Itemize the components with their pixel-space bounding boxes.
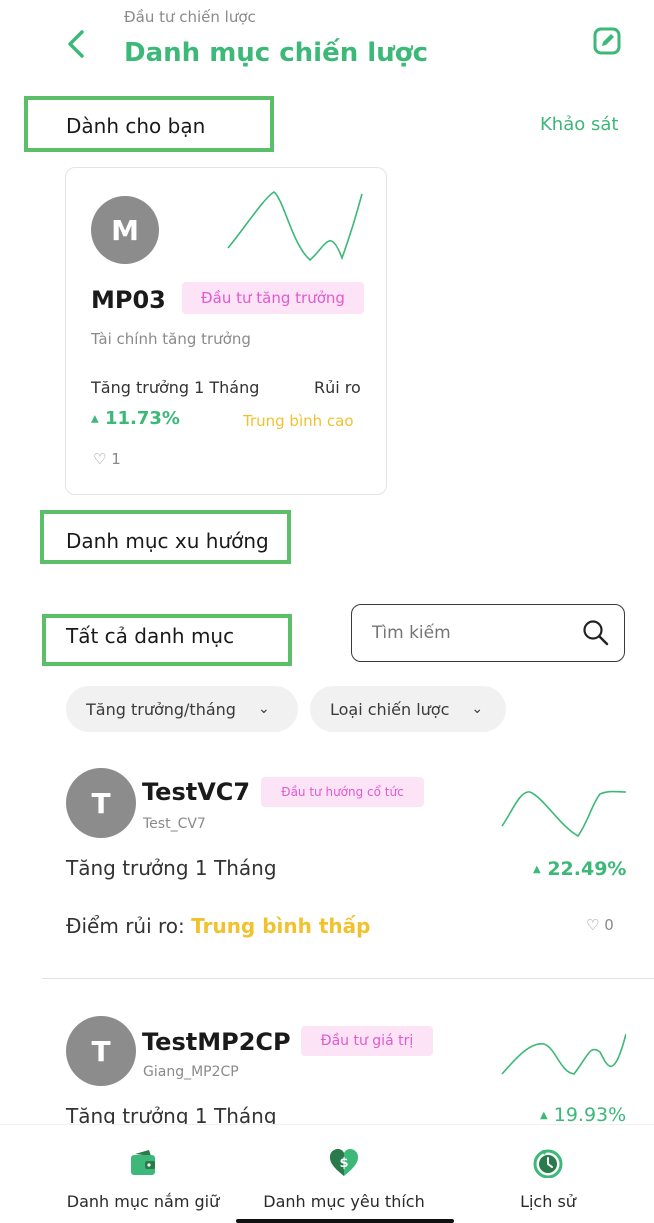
- divider: [42, 978, 654, 979]
- chevron-left-icon: [68, 30, 84, 58]
- growth-label: Tăng trưởng 1 Tháng: [66, 1104, 277, 1124]
- list-item[interactable]: T TestMP2CP Đầu tư giá trị Giang_MP2CP T…: [0, 1014, 654, 1124]
- up-arrow-icon: ▲: [533, 864, 541, 875]
- growth-label: Tăng trưởng 1 Tháng: [91, 378, 260, 397]
- sparkline-chart: [501, 1033, 626, 1075]
- page-title: Danh mục chiến lược: [124, 38, 428, 68]
- section-heading-for-you: Dành cho bạn: [66, 114, 206, 138]
- edit-button[interactable]: [592, 26, 622, 56]
- breadcrumb: Đầu tư chiến lược: [124, 8, 256, 26]
- sparkline-chart: [227, 191, 363, 262]
- portfolio-code: MP03: [91, 286, 166, 314]
- avatar: M: [91, 196, 159, 264]
- strategy-tag: Đầu tư hướng cổ tức: [261, 777, 424, 807]
- nav-item-holdings[interactable]: Danh mục nắm giữ: [43, 1148, 243, 1211]
- search-box[interactable]: [351, 604, 625, 662]
- search-input[interactable]: [372, 619, 572, 647]
- list-item[interactable]: T TestVC7 Đầu tư hướng cổ tức Test_CV7 T…: [0, 760, 654, 980]
- back-button[interactable]: [62, 26, 92, 62]
- wallet-icon: [131, 1150, 155, 1175]
- growth-value: ▲ 11.73%: [91, 408, 180, 429]
- svg-text:$: $: [339, 1156, 348, 1171]
- survey-link[interactable]: Khảo sát: [540, 114, 618, 135]
- home-indicator: [236, 1219, 454, 1223]
- up-arrow-icon: ▲: [540, 1110, 548, 1121]
- portfolio-name: TestVC7: [142, 778, 251, 806]
- strategy-tag: Đầu tư giá trị: [301, 1026, 433, 1056]
- portfolio-owner: Giang_MP2CP: [143, 1064, 239, 1080]
- heart-outline-icon: ♡: [586, 916, 600, 934]
- chevron-down-icon: ⌄: [471, 701, 484, 717]
- like-count[interactable]: ♡ 1: [93, 450, 121, 468]
- history-clock-icon: [533, 1149, 563, 1178]
- avatar: T: [66, 768, 136, 838]
- growth-value: ▲ 19.93%: [540, 1104, 627, 1124]
- filter-strategy-dropdown[interactable]: Loại chiến lược ⌄: [310, 686, 506, 732]
- strategy-tag: Đầu tư tăng trưởng: [182, 282, 364, 314]
- heart-outline-icon: ♡: [93, 450, 107, 468]
- risk-score: Điểm rủi ro: Trung bình thấp: [66, 914, 371, 938]
- like-count[interactable]: ♡ 0: [586, 916, 614, 934]
- section-heading-trending: Danh mục xu hướng: [66, 529, 269, 553]
- search-icon[interactable]: [582, 619, 610, 647]
- portfolio-name: TestMP2CP: [142, 1028, 291, 1056]
- avatar: T: [66, 1016, 136, 1086]
- sparkline-chart: [501, 790, 626, 838]
- growth-label: Tăng trưởng 1 Tháng: [66, 856, 277, 880]
- up-arrow-icon: ▲: [91, 413, 99, 425]
- chevron-down-icon: ⌄: [257, 701, 270, 717]
- edit-icon: [593, 27, 621, 55]
- growth-value: ▲ 22.49%: [533, 858, 627, 880]
- risk-value: Trung bình cao: [243, 412, 354, 430]
- nav-item-history[interactable]: Lịch sử: [448, 1148, 648, 1211]
- heart-dollar-icon: $: [330, 1149, 358, 1176]
- filter-growth-dropdown[interactable]: Tăng trưởng/tháng ⌄: [66, 686, 298, 732]
- recommended-portfolio-card[interactable]: M MP03 Đầu tư tăng trưởng Tài chính tăng…: [65, 167, 387, 495]
- portfolio-owner: Test_CV7: [143, 816, 206, 832]
- risk-label: Rủi ro: [314, 378, 361, 397]
- portfolio-subtitle: Tài chính tăng trưởng: [91, 330, 251, 348]
- nav-item-favorites[interactable]: $ Danh mục yêu thích: [244, 1148, 444, 1211]
- section-heading-all: Tất cả danh mục: [66, 624, 235, 648]
